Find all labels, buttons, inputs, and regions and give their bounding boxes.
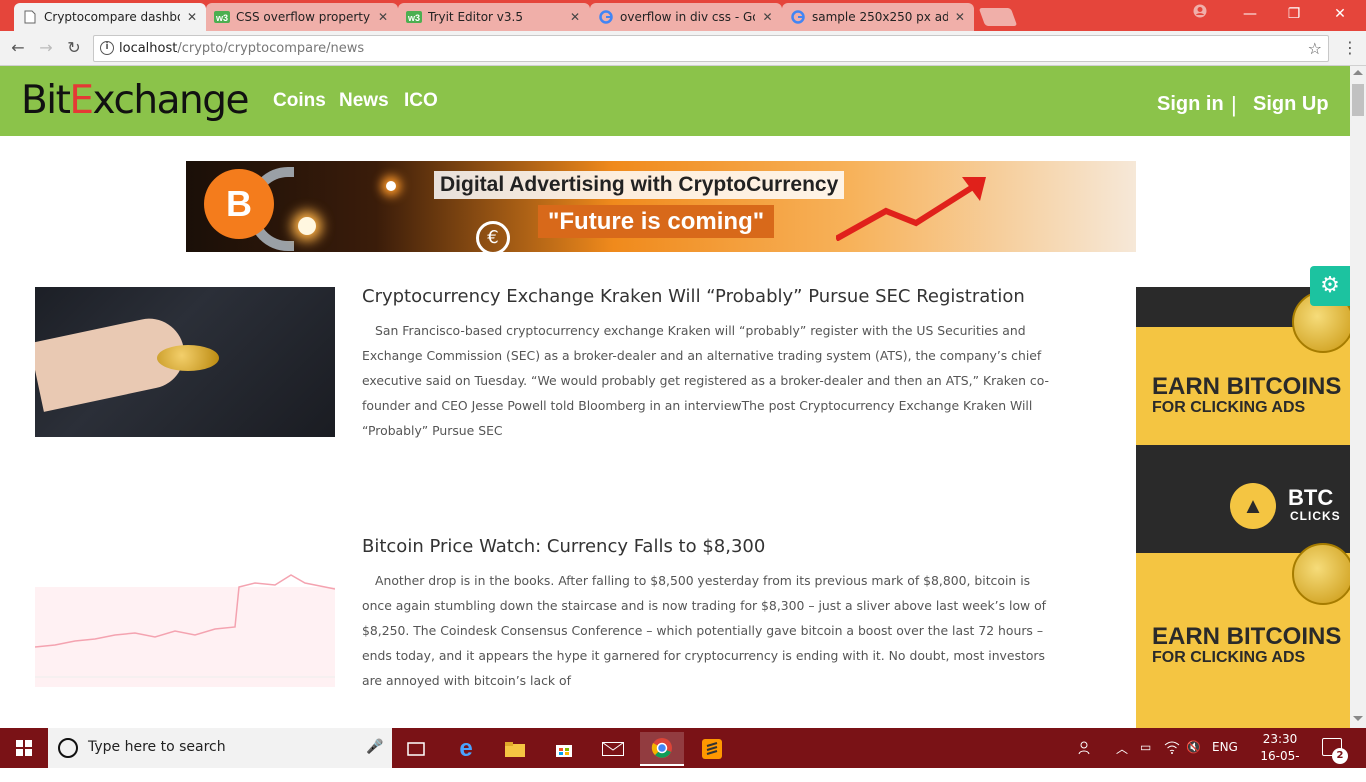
chevron-up-icon[interactable]: ︿ bbox=[1116, 740, 1128, 757]
svg-text:w3: w3 bbox=[215, 13, 228, 23]
w3schools-icon: w3 bbox=[214, 9, 230, 25]
reload-icon[interactable]: ↻ bbox=[64, 38, 84, 58]
file-explorer-icon[interactable] bbox=[493, 732, 537, 766]
mail-icon[interactable] bbox=[591, 732, 635, 766]
task-view-icon[interactable] bbox=[394, 732, 438, 766]
svg-text:w3: w3 bbox=[407, 13, 420, 23]
windows-logo-icon bbox=[16, 740, 32, 756]
site-logo[interactable]: BitExchange bbox=[21, 79, 249, 123]
search-placeholder: Type here to search bbox=[88, 739, 226, 755]
sign-in-link[interactable]: Sign in bbox=[1157, 93, 1224, 116]
page-icon bbox=[22, 9, 38, 25]
price-chart-thumbnail bbox=[35, 574, 335, 687]
notification-count-badge: 2 bbox=[1332, 748, 1348, 764]
article-image-price-chart[interactable] bbox=[35, 537, 335, 687]
light-glow bbox=[386, 181, 396, 191]
edge-browser-icon[interactable]: e bbox=[444, 732, 488, 766]
google-icon bbox=[790, 9, 806, 25]
url-text: localhost/crypto/cryptocompare/news bbox=[119, 41, 365, 56]
windows-taskbar: Type here to search 🎤 e ︿ ▭ 🔇 ENG 23:30 … bbox=[0, 728, 1366, 780]
scroll-down-arrow-icon[interactable] bbox=[1353, 716, 1363, 721]
menu-icon[interactable]: ⋮ bbox=[1340, 39, 1360, 57]
gold-coin-shape bbox=[157, 345, 219, 371]
sublime-text-icon[interactable] bbox=[690, 732, 734, 766]
article-image-kraken[interactable] bbox=[35, 287, 335, 437]
browser-tab-strip: Cryptocompare dashboard ✕ w3 CSS overflo… bbox=[0, 0, 1366, 31]
info-icon[interactable]: i bbox=[100, 41, 114, 55]
tab-title: CSS overflow property bbox=[236, 10, 371, 24]
page-scrollbar[interactable] bbox=[1350, 66, 1366, 728]
tab-google-ads[interactable]: sample 250x250 px ads b ✕ bbox=[782, 3, 974, 31]
ad-headline: EARN BITCOINS bbox=[1152, 623, 1342, 650]
microphone-icon[interactable]: 🎤 bbox=[366, 739, 383, 755]
forward-icon[interactable]: → bbox=[36, 38, 56, 58]
battery-icon[interactable]: ▭ bbox=[1140, 740, 1151, 754]
sign-up-link[interactable]: Sign Up bbox=[1253, 93, 1329, 116]
tab-title: overflow in div css - Goo bbox=[620, 10, 756, 24]
nav-news[interactable]: News bbox=[339, 90, 389, 112]
bitcoin-coin-icon: B bbox=[204, 169, 274, 239]
close-icon[interactable]: ✕ bbox=[376, 10, 390, 24]
btc-clicks-logo-icon: ▲ bbox=[1230, 483, 1276, 529]
tab-tryit-editor[interactable]: w3 Tryit Editor v3.5 ✕ bbox=[398, 3, 590, 31]
nav-ico[interactable]: ICO bbox=[404, 90, 438, 112]
profile-icon[interactable] bbox=[1178, 3, 1222, 25]
store-icon[interactable] bbox=[542, 732, 586, 766]
article-title[interactable]: Bitcoin Price Watch: Currency Falls to $… bbox=[362, 536, 765, 557]
tab-css-overflow[interactable]: w3 CSS overflow property ✕ bbox=[206, 3, 398, 31]
close-window-icon[interactable]: ✕ bbox=[1318, 3, 1362, 25]
top-banner-ad[interactable]: B € Digital Advertising with CryptoCurre… bbox=[186, 161, 1136, 252]
ad-brand: BTC bbox=[1288, 485, 1334, 510]
start-button[interactable] bbox=[0, 728, 48, 768]
address-bar[interactable]: i localhost/crypto/cryptocompare/news ☆ bbox=[93, 35, 1329, 62]
auth-separator: | bbox=[1231, 92, 1237, 117]
article-excerpt: Another drop is in the books. After fall… bbox=[362, 573, 1047, 688]
back-icon[interactable]: ← bbox=[8, 38, 28, 58]
ad-subheadline: FOR CLICKING ADS bbox=[1152, 649, 1306, 666]
tab-title: sample 250x250 px ads b bbox=[812, 10, 948, 24]
close-icon[interactable]: ✕ bbox=[186, 10, 198, 24]
bookmark-star-icon[interactable]: ☆ bbox=[1308, 36, 1322, 61]
settings-gear-icon[interactable]: ⚙ bbox=[1310, 266, 1350, 306]
light-glow bbox=[298, 217, 316, 235]
banner-headline: Digital Advertising with CryptoCurrency bbox=[434, 171, 845, 199]
close-icon[interactable]: ✕ bbox=[568, 10, 582, 24]
ad-headline: EARN BITCOINS bbox=[1152, 373, 1342, 400]
people-icon[interactable] bbox=[1078, 740, 1094, 759]
tab-title: Cryptocompare dashboard bbox=[44, 10, 180, 24]
cortana-icon bbox=[58, 738, 78, 758]
input-language[interactable]: ENG bbox=[1212, 740, 1238, 754]
bitcoin-coin-icon bbox=[1292, 543, 1350, 605]
article-title[interactable]: Cryptocurrency Exchange Kraken Will “Pro… bbox=[362, 286, 1025, 307]
scroll-thumb[interactable] bbox=[1352, 84, 1364, 116]
tab-cryptocompare[interactable]: Cryptocompare dashboard ✕ bbox=[14, 3, 206, 31]
browser-toolbar: ← → ↻ i localhost/crypto/cryptocompare/n… bbox=[0, 31, 1366, 66]
banner-tagline: "Future is coming" bbox=[538, 205, 775, 238]
ad-brand-sub: CLICKS bbox=[1290, 509, 1341, 523]
close-icon[interactable]: ✕ bbox=[761, 10, 774, 24]
system-clock[interactable]: 23:30 16-05-2018 bbox=[1248, 731, 1312, 782]
ad-subheadline: FOR CLICKING ADS bbox=[1152, 399, 1306, 416]
new-tab-button[interactable] bbox=[978, 8, 1018, 26]
tab-title: Tryit Editor v3.5 bbox=[428, 10, 523, 24]
site-header: BitExchange Coins News ICO Sign in | Sig… bbox=[0, 66, 1350, 136]
euro-coin-icon: € bbox=[476, 221, 510, 252]
volume-muted-icon[interactable]: 🔇 bbox=[1186, 740, 1201, 754]
restore-icon[interactable]: ❐ bbox=[1272, 3, 1316, 25]
minimize-icon[interactable]: — bbox=[1228, 3, 1272, 25]
taskbar-search[interactable]: Type here to search 🎤 bbox=[48, 728, 392, 768]
trend-arrow-icon bbox=[836, 177, 986, 241]
google-icon bbox=[598, 9, 614, 25]
w3schools-icon: w3 bbox=[406, 9, 422, 25]
chrome-icon[interactable] bbox=[640, 732, 684, 766]
close-icon[interactable]: ✕ bbox=[954, 10, 966, 24]
wifi-icon[interactable] bbox=[1164, 740, 1180, 757]
clock-time: 23:30 bbox=[1262, 732, 1298, 746]
scroll-up-arrow-icon[interactable] bbox=[1353, 70, 1363, 75]
clock-date: 16-05-2018 bbox=[1260, 749, 1300, 780]
article-excerpt: San Francisco-based cryptocurrency excha… bbox=[362, 323, 1050, 438]
side-banner-ad[interactable]: EARN BITCOINS FOR CLICKING ADS ▲ BTC CLI… bbox=[1136, 287, 1350, 728]
nav-coins[interactable]: Coins bbox=[273, 90, 326, 112]
tab-google-overflow[interactable]: overflow in div css - Goo ✕ bbox=[590, 3, 782, 31]
